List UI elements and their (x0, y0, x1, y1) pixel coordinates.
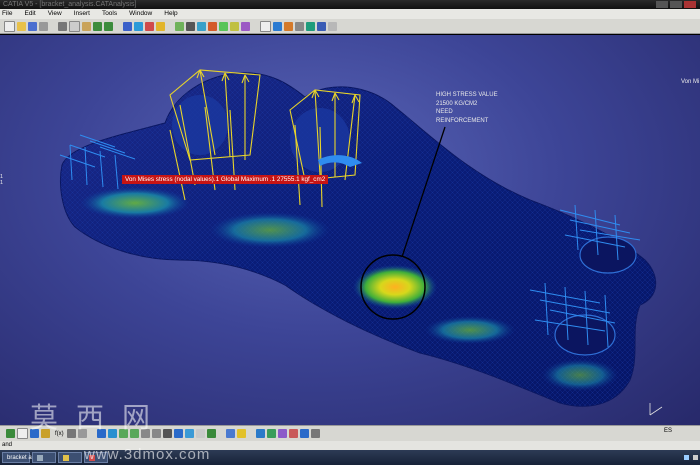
save-icon[interactable] (28, 21, 37, 31)
folder-icon (63, 454, 69, 461)
select-icon[interactable] (17, 428, 28, 439)
annotation-line-4: REINFORCEMENT (436, 117, 489, 124)
watermark-url: www.3dmox.com (84, 446, 211, 463)
menu-tools[interactable]: Tools (102, 9, 117, 19)
close-button[interactable] (684, 1, 696, 8)
volume-icon[interactable] (693, 455, 698, 460)
side-label-2: 1 (0, 180, 4, 186)
language-indicator: ES (664, 428, 673, 434)
bushing-hole-upper (579, 236, 637, 274)
swap-visible-icon[interactable] (206, 429, 216, 438)
menu-view[interactable]: View (48, 9, 62, 19)
force-icon[interactable] (156, 21, 165, 31)
light-icon[interactable] (236, 429, 246, 438)
minimize-button[interactable] (656, 1, 668, 8)
precision-icon[interactable] (241, 21, 250, 31)
graph-icon[interactable] (277, 429, 287, 438)
deformation-icon[interactable] (197, 21, 206, 31)
menu-bar: File Edit View Insert Tools Window Help (0, 9, 700, 19)
watermark-logo: 莫西网 (30, 401, 169, 434)
result-label: Von Mises stress (nodal values).1 Global… (122, 175, 329, 184)
info-icon[interactable] (317, 21, 326, 31)
system-tray (684, 450, 698, 465)
sensor-icon[interactable] (295, 21, 304, 31)
window-title: CATIA V5 - [bracket_analysis.CATAnalysis… (3, 1, 137, 8)
image-edit-icon[interactable] (328, 21, 337, 31)
axis-triad (649, 403, 663, 416)
print-icon[interactable] (39, 21, 48, 31)
filter-icon[interactable] (310, 429, 320, 438)
annotation-line-3: NEED (436, 109, 453, 115)
top-toolbar (0, 19, 700, 34)
compass-icon[interactable] (6, 429, 15, 438)
apply-material-icon[interactable] (255, 429, 265, 438)
window-icon (37, 454, 43, 461)
layer-icon[interactable] (288, 429, 298, 438)
menu-help[interactable]: Help (164, 9, 177, 19)
side-tree-fragment: 1 1 (0, 174, 3, 186)
menu-edit[interactable]: Edit (24, 9, 35, 19)
shading-icon[interactable] (184, 429, 194, 438)
iso-view-icon[interactable] (173, 429, 183, 438)
redo-icon[interactable] (104, 21, 113, 31)
fea-model-render (59, 69, 663, 416)
principal-stress-icon[interactable] (230, 21, 239, 31)
compute-icon[interactable] (186, 21, 195, 31)
report-icon[interactable] (260, 20, 271, 32)
cut-icon[interactable] (58, 21, 67, 31)
constraint-icon[interactable] (123, 21, 132, 31)
copy-icon[interactable] (69, 20, 80, 32)
network-icon[interactable] (684, 455, 689, 460)
taskbar-item-3[interactable] (58, 452, 82, 463)
displacement-icon[interactable] (219, 21, 228, 31)
properties-icon[interactable] (299, 429, 309, 438)
hide-show-icon[interactable] (195, 429, 205, 438)
menu-window[interactable]: Window (129, 9, 152, 19)
animate-icon[interactable] (273, 21, 282, 31)
taskbar-item-2[interactable] (32, 452, 56, 463)
stress-annotation: HIGH STRESS VALUE 21500 KG/CM2 NEED REIN… (436, 91, 498, 125)
status-text: and (2, 442, 13, 448)
stress-icon[interactable] (208, 21, 217, 31)
load-icon[interactable] (134, 21, 143, 31)
cut-plane-icon[interactable] (284, 21, 293, 31)
new-icon[interactable] (4, 20, 15, 32)
extrema-icon[interactable] (306, 21, 315, 31)
3d-viewport[interactable]: Von Mises stress (nodal values).1 Global… (0, 35, 700, 425)
scene-icon[interactable] (266, 429, 276, 438)
menu-insert[interactable]: Insert (74, 9, 90, 19)
capture-icon[interactable] (225, 429, 235, 438)
menu-file[interactable]: File (2, 9, 12, 19)
window-title-bar: CATIA V5 - [bracket_analysis.CATAnalysis… (0, 0, 700, 9)
annotation-line-2: 21500 KG/CM2 (436, 100, 478, 107)
undo-icon[interactable] (93, 21, 102, 31)
mesh-icon[interactable] (175, 21, 184, 31)
color-palette-label: Von Mi (681, 79, 700, 85)
window-controls (656, 1, 696, 8)
maximize-button[interactable] (670, 1, 682, 8)
open-icon[interactable] (17, 21, 26, 31)
paste-icon[interactable] (82, 21, 91, 31)
pressure-icon[interactable] (145, 21, 154, 31)
annotation-line-1: HIGH STRESS VALUE (436, 92, 498, 98)
taskbar-item-catia[interactable]: bracket a... (2, 452, 37, 463)
